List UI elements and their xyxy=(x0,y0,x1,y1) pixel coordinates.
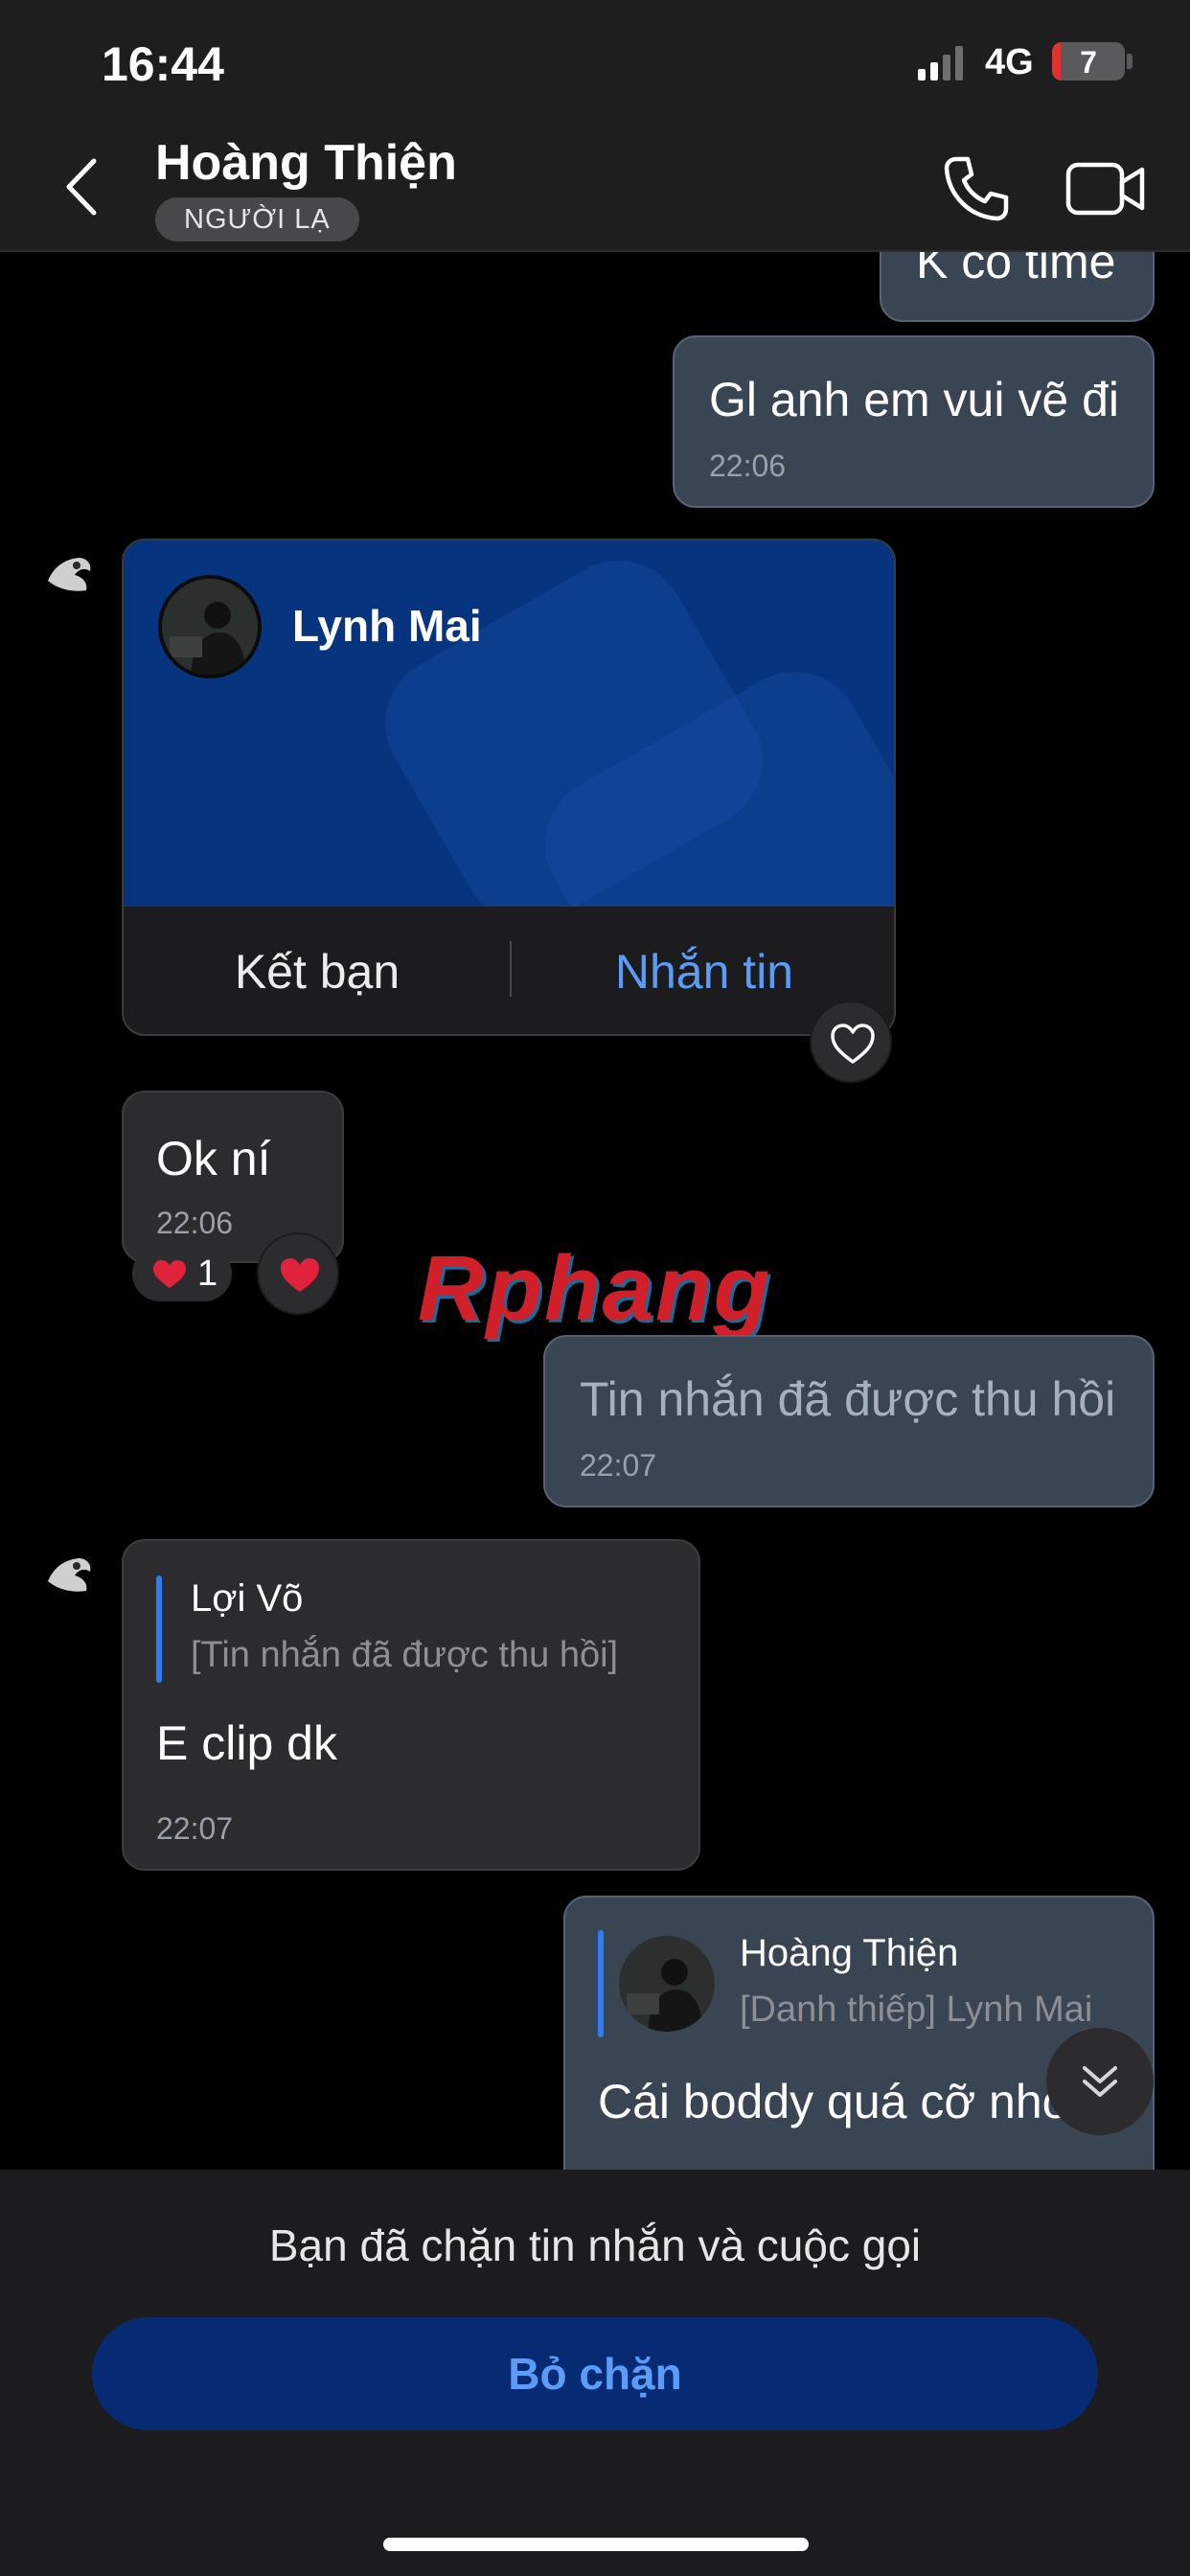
contact-card[interactable]: Lynh Mai Kết bạn Nhắn tin xyxy=(122,539,896,1036)
heart-icon xyxy=(153,1260,186,1288)
double-chevron-down-icon xyxy=(1083,2066,1117,2097)
stranger-badge: NGƯỜI LẠ xyxy=(155,197,359,242)
battery-tip xyxy=(1127,54,1133,69)
battery-icon: 7 xyxy=(1052,42,1125,80)
react-button[interactable] xyxy=(810,1000,892,1083)
reaction-summary[interactable]: 1 xyxy=(132,1246,232,1301)
phone-icon[interactable] xyxy=(939,153,1012,226)
heart-icon xyxy=(281,1258,319,1292)
contact-card-avatar[interactable] xyxy=(158,575,262,678)
status-time: 16:44 xyxy=(102,37,224,91)
quote-bar xyxy=(598,1930,604,2037)
blocked-footer: Bạn đã chặn tin nhắn và cuộc gọi Bỏ chặn xyxy=(0,2170,1190,2576)
home-indicator[interactable] xyxy=(383,2538,809,2551)
message-bubble-outgoing[interactable]: Tin nhắn đã được thu hồi 22:07 xyxy=(543,1335,1155,1507)
top-bar: 16:44 4G 7 Hoàng Thiện NGƯỜI LẠ xyxy=(0,0,1190,252)
message-text: Gl anh em vui vẽ đi xyxy=(709,373,1119,426)
blocked-notice: Bạn đã chặn tin nhắn và cuộc gọi xyxy=(268,2220,922,2270)
quote-avatar xyxy=(619,1936,715,2032)
quote-author: Lợi Võ xyxy=(191,1577,304,1620)
quote-author: Hoàng Thiện xyxy=(740,1932,959,1974)
unblock-button[interactable]: Bỏ chặn xyxy=(92,2317,1098,2430)
react-button[interactable] xyxy=(257,1232,339,1315)
message-time: 22:07 xyxy=(580,1448,657,1483)
scroll-to-bottom-button[interactable] xyxy=(1046,2028,1154,2135)
heart-outline-icon xyxy=(831,1024,875,1064)
video-camera-icon[interactable] xyxy=(1065,157,1146,220)
quote-text: [Tin nhắn đã được thu hồi] xyxy=(191,1635,619,1675)
recalled-message-text: Tin nhắn đã được thu hồi xyxy=(580,1372,1116,1426)
add-friend-button[interactable]: Kết bạn xyxy=(124,907,511,1034)
battery-level: 7 xyxy=(1080,45,1097,80)
message-time: 22:06 xyxy=(709,448,787,483)
message-text: Cái boddy quá cỡ nhỏ xyxy=(598,2075,1069,2128)
sender-avatar[interactable] xyxy=(36,1539,103,1606)
quote-text: [Danh thiếp] Lynh Mai xyxy=(740,1990,1093,2030)
back-chevron-icon[interactable] xyxy=(57,153,105,220)
watermark-logo: Rphang xyxy=(418,1237,772,1340)
person-avatar-icon xyxy=(162,579,258,675)
message-text: E clip dk xyxy=(156,1716,337,1770)
quote-bar xyxy=(156,1576,162,1683)
network-type: 4G xyxy=(985,42,1034,82)
message-bubble-outgoing[interactable]: Gl anh em vui vẽ đi 22:06 xyxy=(673,335,1155,508)
message-bubble-incoming[interactable]: Lợi Võ [Tin nhắn đã được thu hồi] E clip… xyxy=(122,1539,700,1871)
contact-card-header[interactable]: Lynh Mai xyxy=(124,540,894,907)
reaction-count: 1 xyxy=(197,1254,218,1294)
sender-avatar[interactable] xyxy=(36,539,103,606)
contact-name[interactable]: Hoàng Thiện xyxy=(155,134,457,192)
message-time: 22:06 xyxy=(156,1206,234,1240)
signal-strength-icon xyxy=(918,46,963,80)
message-time: 22:07 xyxy=(156,1811,234,1846)
contact-card-name: Lynh Mai xyxy=(292,601,482,651)
message-text: Ok ní xyxy=(156,1132,271,1185)
